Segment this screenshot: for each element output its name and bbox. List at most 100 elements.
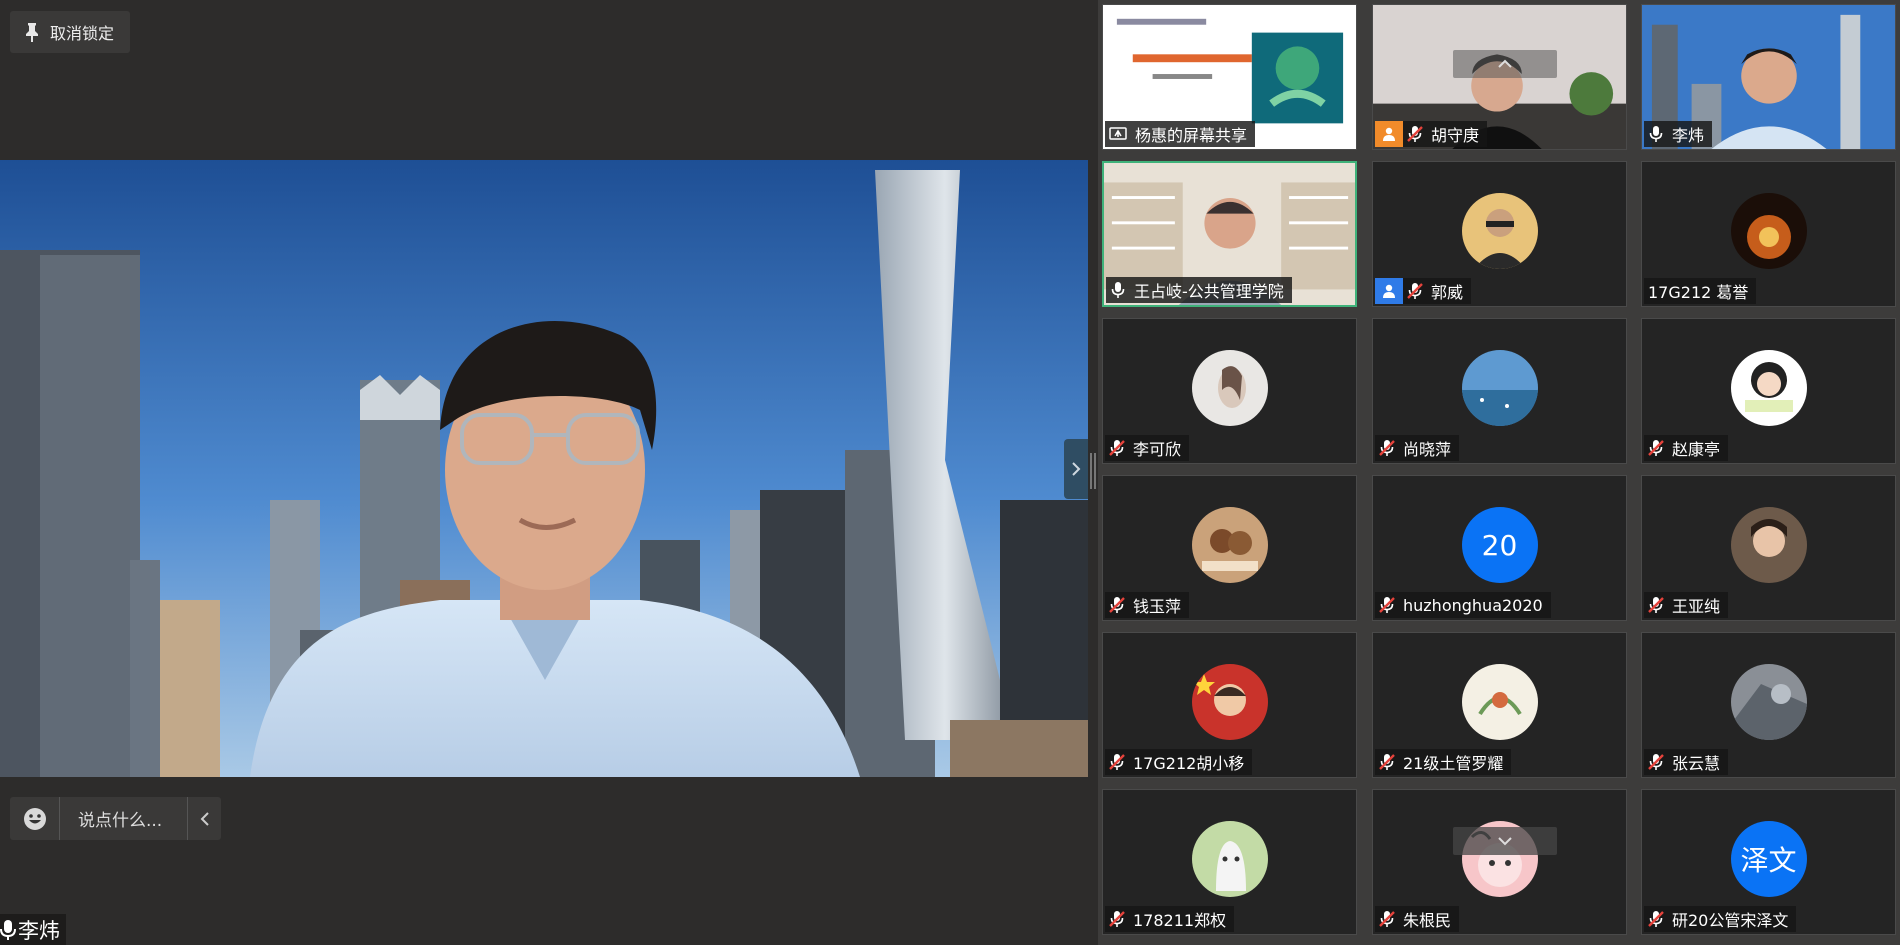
participant-name: 杨惠的屏幕共享: [1135, 126, 1248, 145]
participant-name-tag: 赵康亭: [1644, 435, 1729, 461]
microphone-muted-icon: [1109, 754, 1125, 770]
screen-share-icon: [1109, 127, 1127, 140]
microphone-muted-icon: [1648, 440, 1664, 456]
participant-name-tag: 17G212 葛誉: [1644, 278, 1757, 304]
microphone-muted-icon: [1648, 911, 1664, 927]
microphone-icon: [0, 919, 16, 940]
host-badge-icon: [1375, 121, 1403, 147]
participant-avatar: [1730, 350, 1807, 427]
microphone-muted-icon: [1407, 283, 1423, 299]
participant-avatar: [1730, 507, 1807, 584]
participant-avatar: [1461, 350, 1538, 427]
participant-gallery: 杨惠的屏幕共享 胡守庚 李炜王占岐-公共管理学院 郭威 17G212 葛誉李可欣 尚晓萍 赵…: [1098, 0, 1900, 945]
participant-name-tag: 研20公管宋泽文: [1644, 906, 1797, 932]
microphone-icon: [1649, 126, 1663, 142]
participant-tile[interactable]: 178211郑权: [1102, 789, 1357, 935]
participant-tile[interactable]: 杨惠的屏幕共享: [1102, 4, 1357, 150]
participant-avatar: [1191, 350, 1268, 427]
pin-icon: [26, 23, 38, 42]
scroll-down-button[interactable]: [1453, 827, 1557, 855]
panel-resize-handle[interactable]: [1090, 453, 1096, 489]
participant-avatar: [1191, 664, 1268, 741]
participant-name: 21级土管罗耀: [1403, 754, 1504, 773]
participant-tile[interactable]: 泽文研20公管宋泽文: [1641, 789, 1896, 935]
participant-tile[interactable]: 李可欣: [1102, 318, 1357, 464]
participant-tile[interactable]: 17G212 葛誉: [1641, 161, 1896, 307]
participant-avatar: [1730, 664, 1807, 741]
emoji-button[interactable]: [10, 797, 60, 840]
participant-name-tag: 朱根民: [1375, 906, 1460, 932]
participant-name: 胡守庚: [1431, 126, 1480, 145]
participant-tile[interactable]: 李炜: [1641, 4, 1896, 150]
participant-name: 李可欣: [1133, 440, 1182, 459]
participant-name: 朱根民: [1403, 911, 1452, 930]
chevron-up-icon: [1498, 59, 1512, 68]
participant-avatar: [1191, 507, 1268, 584]
participant-tile[interactable]: 20 huzhonghua2020: [1372, 475, 1627, 621]
participant-tile[interactable]: 赵康亭: [1641, 318, 1896, 464]
participant-name: 王占岐-公共管理学院: [1134, 282, 1284, 301]
participant-name-tag: 胡守庚: [1375, 121, 1488, 147]
participant-name-tag: huzhonghua2020: [1375, 592, 1551, 618]
active-speaker-tag: 李炜: [0, 914, 66, 945]
main-stage: 取消锁定 说点什么... 李炜: [0, 0, 1088, 945]
participant-name-tag: 李炜: [1644, 121, 1713, 147]
cohost-badge-icon: [1375, 278, 1403, 304]
participant-tile[interactable]: 王占岐-公共管理学院: [1102, 161, 1357, 307]
microphone-icon: [1111, 282, 1125, 298]
meeting-window: 取消锁定 说点什么... 李炜 杨惠的屏幕共享 胡守庚 李炜 王占岐-公共管理学…: [0, 0, 1900, 945]
participant-tile[interactable]: 21级土管罗耀: [1372, 632, 1627, 778]
microphone-muted-icon: [1379, 440, 1395, 456]
participant-name-tag: 178211郑权: [1105, 906, 1235, 932]
chat-bar: 说点什么...: [10, 797, 221, 840]
toggle-gallery-button[interactable]: [1064, 439, 1088, 499]
participant-name-tag: 王亚纯: [1644, 592, 1729, 618]
microphone-muted-icon: [1379, 911, 1395, 927]
participant-name-tag: 17G212胡小移: [1105, 749, 1253, 775]
microphone-muted-icon: [1648, 597, 1664, 613]
participant-avatar: [1191, 821, 1268, 898]
active-speaker-name: 李炜: [18, 918, 60, 943]
participant-avatar: 20: [1461, 507, 1538, 584]
participant-name-tag: 钱玉萍: [1105, 592, 1190, 618]
participant-name: 王亚纯: [1672, 597, 1721, 616]
participant-tile[interactable]: 张云慧: [1641, 632, 1896, 778]
participant-name: 尚晓萍: [1403, 440, 1452, 459]
participant-tile[interactable]: 王亚纯: [1641, 475, 1896, 621]
participant-avatar: 泽文: [1730, 821, 1807, 898]
chevron-left-icon: [200, 811, 209, 826]
participant-name-tag: 郭威: [1375, 278, 1472, 304]
participant-name: 郭威: [1431, 283, 1464, 302]
chevron-down-icon: [1498, 837, 1512, 846]
chat-input[interactable]: 说点什么...: [60, 806, 187, 831]
participant-tile[interactable]: 朱根民: [1372, 789, 1627, 935]
microphone-muted-icon: [1109, 911, 1125, 927]
participant-name-tag: 杨惠的屏幕共享: [1105, 121, 1256, 147]
microphone-muted-icon: [1379, 597, 1395, 613]
participant-name: 赵康亭: [1672, 440, 1721, 459]
participant-name: 钱玉萍: [1133, 597, 1182, 616]
collapse-chat-button[interactable]: [187, 797, 221, 840]
scroll-up-button[interactable]: [1453, 50, 1557, 78]
participant-name: 17G212 葛誉: [1648, 283, 1749, 302]
participant-tile[interactable]: 钱玉萍: [1102, 475, 1357, 621]
main-speaker-video: [0, 160, 1088, 777]
smiley-icon: [23, 807, 46, 830]
participant-tile[interactable]: 郭威: [1372, 161, 1627, 307]
participant-name-tag: 张云慧: [1644, 749, 1729, 775]
microphone-muted-icon: [1379, 754, 1395, 770]
participant-name: huzhonghua2020: [1403, 595, 1543, 615]
participant-name-tag: 21级土管罗耀: [1375, 749, 1512, 775]
participant-name: 研20公管宋泽文: [1672, 911, 1789, 930]
participant-name-tag: 尚晓萍: [1375, 435, 1460, 461]
participant-name: 178211郑权: [1133, 911, 1227, 930]
participant-name-tag: 王占岐-公共管理学院: [1106, 277, 1292, 303]
chevron-right-icon: [1072, 462, 1081, 476]
participant-avatar: [1730, 193, 1807, 270]
participant-avatar: [1461, 664, 1538, 741]
unlock-pin-button[interactable]: 取消锁定: [10, 11, 131, 53]
unlock-label: 取消锁定: [50, 24, 115, 43]
participant-tile[interactable]: 17G212胡小移: [1102, 632, 1357, 778]
participant-name: 李炜: [1672, 126, 1705, 145]
participant-tile[interactable]: 尚晓萍: [1372, 318, 1627, 464]
